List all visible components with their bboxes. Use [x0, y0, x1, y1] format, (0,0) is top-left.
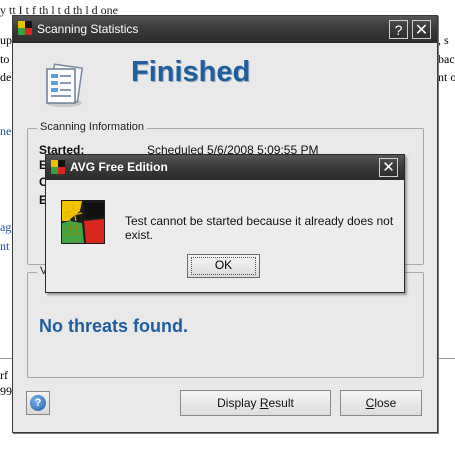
background-text-fragment: 99: [0, 384, 12, 398]
group-label: Scanning Information: [37, 121, 147, 133]
window-titlebar[interactable]: Scanning Statistics ? ✕: [13, 16, 437, 43]
button-label: Display: [217, 396, 260, 410]
dialog-titlebar[interactable]: AVG Free Edition ✕: [46, 155, 404, 180]
ok-button[interactable]: OK: [187, 254, 260, 278]
background-text-fragment: to: [0, 52, 10, 66]
window-title: Scanning Statistics: [37, 22, 139, 36]
background-text-fragment: bac: [438, 52, 455, 66]
display-result-button[interactable]: Display Result: [180, 390, 331, 416]
button-label: esult: [268, 396, 294, 410]
background-text-fragment: , s: [438, 33, 449, 47]
document-stats-icon: [46, 63, 84, 107]
background-link-fragment[interactable]: ag: [0, 220, 11, 235]
background-text-fragment: de: [0, 70, 12, 84]
dialog-close-button[interactable]: ✕: [379, 158, 398, 177]
background-text-fragment: rf: [0, 368, 8, 382]
close-button[interactable]: Close: [340, 390, 422, 416]
avg-logo-icon: [61, 200, 105, 244]
mnemonic-letter: R: [259, 396, 269, 410]
button-label: lose: [374, 396, 397, 410]
scan-result-message: No threats found.: [39, 316, 188, 336]
avg-error-dialog: AVG Free Edition ✕ Test cannot be starte…: [45, 154, 405, 293]
dialog-title: AVG Free Edition: [70, 160, 168, 174]
help-icon: ?: [30, 395, 46, 411]
help-button[interactable]: ?: [26, 391, 50, 415]
focus-ring: [191, 257, 256, 275]
avg-logo-icon: [18, 21, 32, 35]
background-text-fragment: nt o: [438, 70, 455, 84]
background-divider: [436, 358, 455, 359]
background-text-fragment: up: [0, 33, 12, 47]
status-heading: Finished: [131, 56, 251, 88]
background-link-fragment[interactable]: nt: [0, 239, 9, 254]
title-help-button[interactable]: ?: [389, 20, 408, 39]
background-link-fragment[interactable]: ne: [0, 124, 11, 139]
dialog-message: Test cannot be started because it alread…: [125, 214, 394, 242]
avg-logo-icon: [51, 160, 65, 174]
title-close-button[interactable]: ✕: [412, 20, 431, 39]
